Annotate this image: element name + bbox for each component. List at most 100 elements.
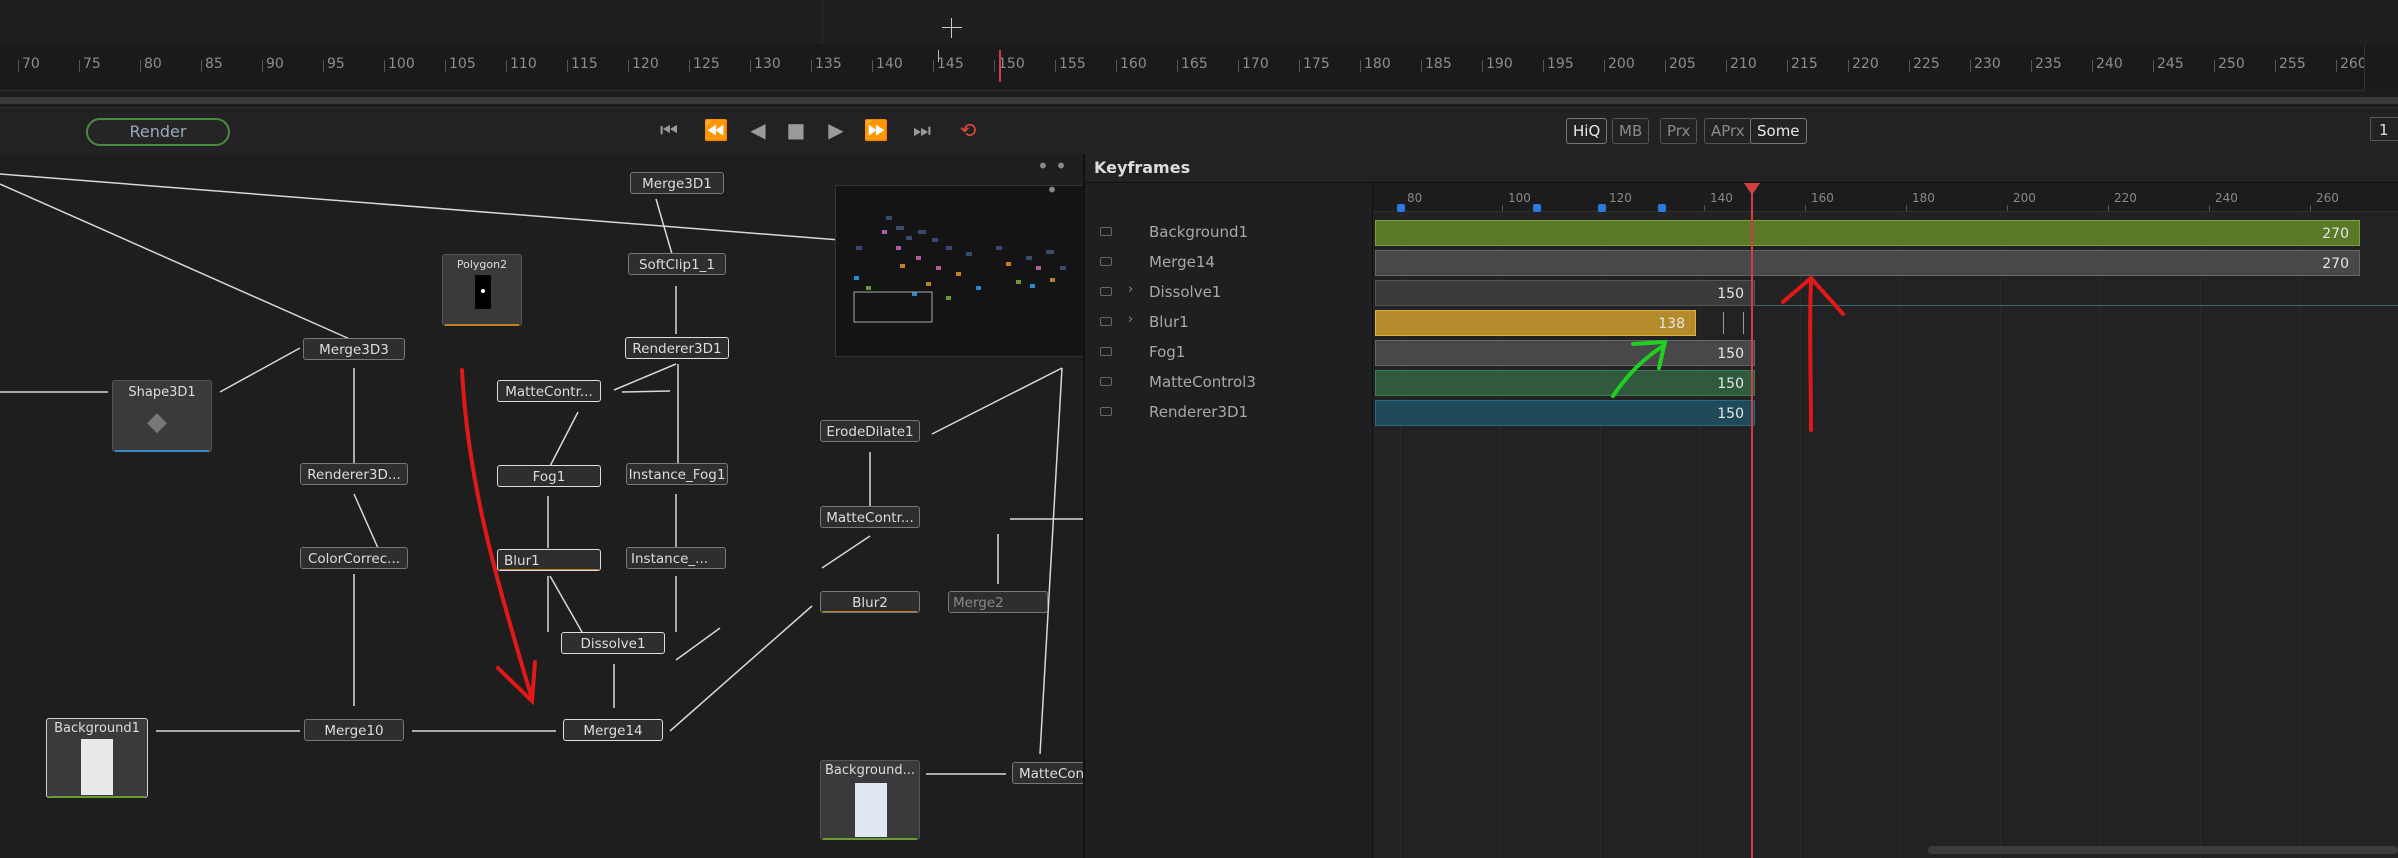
ruler-tick-label: 90 (266, 56, 284, 72)
ruler-tick-label: 220 (1852, 56, 1879, 72)
ruler-tick (1116, 60, 1117, 72)
ruler-tick-label: 140 (876, 56, 903, 72)
ruler-tick (2336, 60, 2337, 72)
ruler-tick-label: 155 (1059, 56, 1086, 72)
ruler-tick-label: 150 (998, 56, 1025, 72)
ruler-tick-label: 120 (632, 56, 659, 72)
ruler-tick (1726, 60, 1727, 72)
time-ruler-ticks: 70 75 80 85 90 95 100 105 110 115 120 125 130 135 140 1… (0, 44, 2367, 90)
ruler-tick (567, 60, 568, 72)
ruler-tick (628, 60, 629, 72)
ruler-tick-label: 235 (2035, 56, 2062, 72)
stop-icon[interactable]: ■ (782, 118, 810, 142)
ruler-tick (1177, 60, 1178, 72)
some-button[interactable]: Some (1750, 118, 1807, 144)
rewind-icon[interactable]: ⏪ (702, 118, 730, 142)
ruler-tick (2153, 60, 2154, 72)
ruler-tick-label: 170 (1242, 56, 1269, 72)
aprx-button[interactable]: APrx (1704, 118, 1752, 144)
ruler-tick (2031, 60, 2032, 72)
minimap-nodes (853, 216, 1066, 323)
mb-button[interactable]: MB (1612, 118, 1650, 144)
node-editor-options-icon[interactable]: • • • (1030, 154, 1074, 202)
ruler-tick (1604, 60, 1605, 72)
ruler-tick (872, 60, 873, 72)
ruler-tick (79, 60, 80, 72)
ruler-tick-label: 185 (1425, 56, 1452, 72)
ruler-playhead[interactable] (999, 50, 1001, 82)
ruler-tick (2214, 60, 2215, 72)
ruler-tick (1665, 60, 1666, 72)
ruler-tick (750, 60, 751, 72)
ruler-tick-label: 110 (510, 56, 537, 72)
ruler-tick (689, 60, 690, 72)
play-icon[interactable]: ▶ (822, 118, 850, 142)
ruler-tick (811, 60, 812, 72)
ruler-tick (262, 60, 263, 72)
ruler-tick (384, 60, 385, 72)
ruler-tick (1787, 60, 1788, 72)
ruler-tick (1238, 60, 1239, 72)
loop-icon[interactable]: ⟲ (954, 118, 982, 142)
render-button[interactable]: Render (86, 118, 230, 146)
ruler-tick (1299, 60, 1300, 72)
go-to-end-icon[interactable]: ⏭ (908, 118, 936, 142)
ruler-tick (323, 60, 324, 72)
ruler-tick-label: 165 (1181, 56, 1208, 72)
step-back-icon[interactable]: ◀ (744, 118, 772, 142)
ruler-tick-label: 240 (2096, 56, 2123, 72)
ruler-tick-label: 175 (1303, 56, 1330, 72)
ruler-tick-label: 115 (571, 56, 598, 72)
ruler-tick (1848, 60, 1849, 72)
ruler-tick-label: 100 (388, 56, 415, 72)
ruler-tick (2092, 60, 2093, 72)
ruler-tick-label: 95 (327, 56, 345, 72)
transport-bar: Render ⏮ ⏪ ◀ ■ ▶ ⏩ ⏭ ⟲ HiQ MB Prx APrx S… (0, 107, 2398, 155)
ruler-tick (933, 60, 934, 72)
ruler-tick-label: 255 (2279, 56, 2306, 72)
ruler-tick-label: 145 (937, 56, 964, 72)
crosshair-cursor-icon (942, 18, 962, 38)
ruler-tick (201, 60, 202, 72)
ruler-tick (18, 60, 19, 72)
ruler-tick-label: 225 (1913, 56, 1940, 72)
timeline-scrollbar[interactable] (0, 97, 2398, 104)
ruler-tick-label: 130 (754, 56, 781, 72)
ruler-tick (994, 60, 995, 72)
ruler-tick-label: 160 (1120, 56, 1147, 72)
viewer-area[interactable] (0, 0, 2398, 44)
go-to-start-icon[interactable]: ⏮ (655, 118, 683, 142)
ruler-tick-label: 245 (2157, 56, 2184, 72)
ruler-tick-label: 125 (693, 56, 720, 72)
ruler-tick-label: 80 (144, 56, 162, 72)
ruler-in-marker (938, 50, 939, 62)
ruler-tick-label: 105 (449, 56, 476, 72)
prx-button[interactable]: Prx (1660, 118, 1698, 144)
ruler-tick-label: 70 (22, 56, 40, 72)
ruler-tick (506, 60, 507, 72)
ruler-end-box (2364, 44, 2398, 90)
ruler-tick-label: 75 (83, 56, 101, 72)
ruler-tick (2275, 60, 2276, 72)
ruler-tick (1970, 60, 1971, 72)
ruler-tick (1909, 60, 1910, 72)
ruler-tick-label: 190 (1486, 56, 1513, 72)
ruler-tick-label: 210 (1730, 56, 1757, 72)
ruler-tick-label: 195 (1547, 56, 1574, 72)
ruler-tick-label: 180 (1364, 56, 1391, 72)
node-navigator-minimap[interactable] (835, 185, 1085, 357)
ruler-tick (1543, 60, 1544, 72)
ruler-tick (1055, 60, 1056, 72)
ruler-tick-label: 260 (2340, 56, 2367, 72)
ruler-tick (445, 60, 446, 72)
annotation-arrows (1611, 275, 1845, 432)
hiq-button[interactable]: HiQ (1566, 118, 1608, 144)
ruler-tick-label: 230 (1974, 56, 2001, 72)
ruler-tick (140, 60, 141, 72)
fast-forward-icon[interactable]: ⏩ (862, 118, 890, 142)
viewer-divider (822, 0, 823, 44)
ruler-tick-label: 250 (2218, 56, 2245, 72)
ruler-tick-label: 85 (205, 56, 223, 72)
ruler-tick-label: 135 (815, 56, 842, 72)
frame-field[interactable]: 1 (2370, 117, 2398, 141)
